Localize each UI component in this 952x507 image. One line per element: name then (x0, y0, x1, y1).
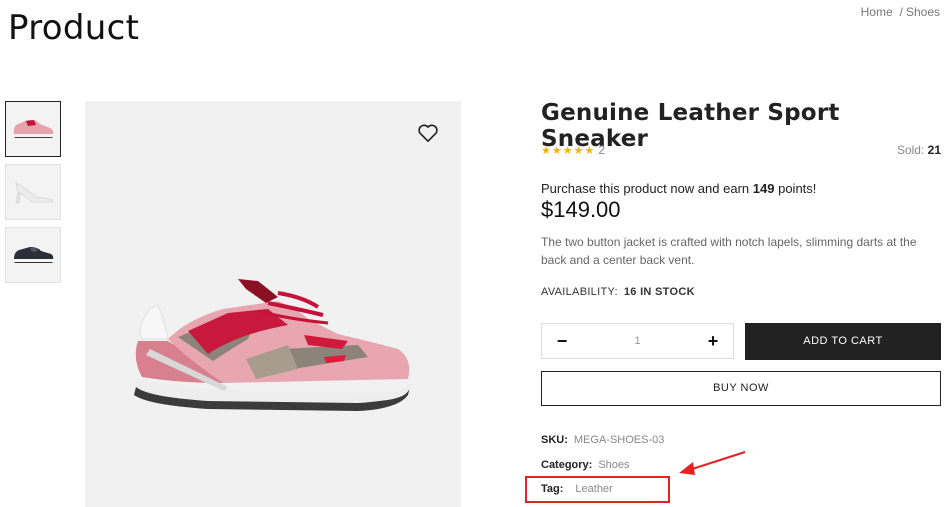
annotation-arrow-icon (679, 451, 746, 475)
category-row: Category: Shoes (541, 459, 630, 471)
rating-row: ★★★★★ 2 Sold: 21 (541, 143, 941, 157)
points-suffix: points! (778, 181, 817, 196)
quantity-increase-button[interactable]: + (695, 324, 731, 358)
sku-label: SKU: (541, 434, 568, 446)
add-to-cart-button[interactable]: ADD TO CART (745, 323, 941, 360)
page-title: Product (8, 8, 140, 48)
sold-count: Sold: 21 (897, 143, 941, 157)
product-price: $149.00 (541, 197, 621, 222)
buy-now-button[interactable]: BUY NOW (541, 371, 941, 406)
points-prefix: Purchase this product now and earn (541, 181, 750, 196)
product-description: The two button jacket is crafted with no… (541, 235, 917, 267)
sold-value: 21 (927, 143, 941, 157)
pink-sneaker-icon (13, 119, 54, 138)
thumbnail-white-heel[interactable] (5, 164, 61, 220)
black-sneaker-icon (13, 247, 54, 263)
heart-outline-icon[interactable] (417, 123, 439, 143)
thumbnail-black-sneaker[interactable] (5, 227, 61, 283)
category-link[interactable]: Shoes (598, 459, 629, 471)
quantity-input[interactable]: 1 (582, 324, 693, 358)
points-value: 149 (752, 181, 775, 196)
category-label: Category: (541, 459, 593, 471)
product-info: Genuine Leather Sport Sneaker ★★★★★ 2 Sol… (541, 100, 941, 495)
main-product-image (85, 101, 461, 507)
quantity-stepper: − 1 + (541, 323, 734, 359)
star-rating-icon: ★★★★★ (541, 145, 596, 157)
annotation-highlight-box (525, 476, 670, 503)
breadcrumb-home-link[interactable]: Home (861, 5, 893, 19)
thumbnail-list (5, 101, 61, 290)
reward-points: Purchase this product now and earn 149 p… (541, 181, 816, 196)
availability: AVAILABILITY: 16 IN STOCK (541, 286, 695, 298)
sku-value: MEGA-SHOES-03 (573, 434, 665, 446)
availability-label: AVAILABILITY: (541, 286, 618, 298)
quantity-decrease-button[interactable]: − (544, 324, 580, 358)
sneaker-product-photo (134, 279, 410, 411)
review-count[interactable]: 2 (598, 143, 605, 157)
sold-label: Sold: (896, 143, 925, 157)
availability-value: 16 IN STOCK (623, 286, 695, 298)
breadcrumb-separator: / (899, 5, 903, 19)
white-heel-icon (15, 182, 54, 204)
sku-row: SKU: MEGA-SHOES-03 (541, 434, 664, 446)
thumbnail-pink-sneaker[interactable] (5, 101, 61, 157)
breadcrumb-current: Shoes (905, 5, 940, 19)
breadcrumb: Home / Shoes (861, 5, 940, 19)
